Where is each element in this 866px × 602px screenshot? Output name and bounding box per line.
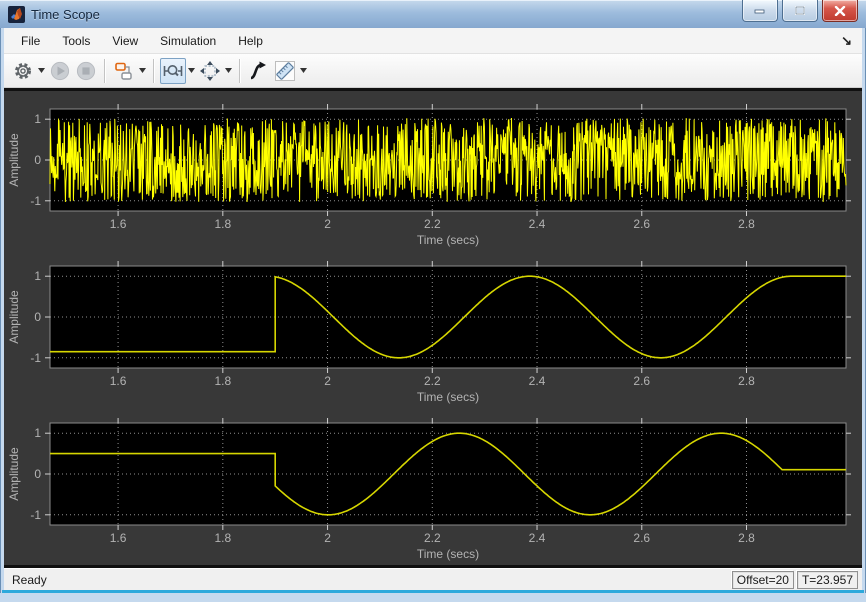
close-button[interactable] xyxy=(822,0,858,22)
status-bar: Ready Offset=20 T=23.957 xyxy=(4,568,862,591)
x-tick-label: 2.6 xyxy=(633,374,650,388)
gear-icon xyxy=(15,62,31,79)
y-tick-label: -1 xyxy=(30,351,41,365)
measurements-button[interactable] xyxy=(272,58,298,84)
minimize-icon xyxy=(754,9,765,14)
y-axis-title: Amplitude xyxy=(7,290,21,344)
window-bottom-border xyxy=(0,593,866,602)
x-tick-label: 2.2 xyxy=(424,374,441,388)
x-tick-label: 1.6 xyxy=(110,531,127,545)
scope-display-panel: 1.6 1.8 2 2.2 2.4 2.6 2.8 1 0 -1 Time (secs) Amplit… xyxy=(4,88,862,568)
x-tick-label: 1.8 xyxy=(214,217,231,231)
x-tick-label: 1.6 xyxy=(110,217,127,231)
x-tick-label: 2 xyxy=(324,217,331,231)
configuration-dropdown[interactable] xyxy=(36,58,47,84)
chevron-down-icon xyxy=(188,68,195,73)
x-tick-label: 2.6 xyxy=(633,531,650,545)
minimize-button[interactable] xyxy=(742,0,778,22)
y-tick-label: 1 xyxy=(34,426,41,440)
zoom-x-dropdown[interactable] xyxy=(186,58,197,84)
step-forward-button[interactable] xyxy=(246,58,272,84)
x-tick-label: 2.4 xyxy=(529,374,546,388)
stop-button xyxy=(73,58,99,84)
y-tick-label: 0 xyxy=(34,153,41,167)
menu-bar: File Tools View Simulation Help ↘ xyxy=(4,28,862,54)
chevron-down-icon xyxy=(225,68,232,73)
plot-block-2: 1.6 1.8 2 2.2 2.4 2.6 2.8 1 0 -1 Time (secs) Amplit… xyxy=(4,248,862,405)
window-title: Time Scope xyxy=(31,6,100,22)
stop-icon xyxy=(76,61,96,80)
toolbar xyxy=(4,54,862,88)
y-axis-title: Amplitude xyxy=(7,133,21,187)
chevron-down-icon xyxy=(300,68,307,73)
maximize-icon xyxy=(795,5,805,15)
scale-axes-button[interactable] xyxy=(197,58,223,84)
toolbar-separator xyxy=(153,58,155,83)
x-tick-label: 2.6 xyxy=(633,217,650,231)
scale-axes-icon xyxy=(200,60,220,81)
zoom-x-icon xyxy=(163,64,183,76)
x-tick-label: 2.2 xyxy=(424,531,441,545)
menu-file[interactable]: File xyxy=(10,30,51,52)
x-tick-label: 2.4 xyxy=(529,531,546,545)
y-tick-label: 1 xyxy=(34,112,41,126)
y-tick-label: -1 xyxy=(30,194,41,208)
y-axis-title: Amplitude xyxy=(7,447,21,501)
y-tick-label: -1 xyxy=(30,508,41,522)
x-axis-title: Time (secs) xyxy=(417,547,479,561)
menu-view[interactable]: View xyxy=(101,30,149,52)
x-axis-title: Time (secs) xyxy=(417,233,479,247)
dock-icon[interactable]: ↘ xyxy=(841,33,852,49)
x-axis-title: Time (secs) xyxy=(417,390,479,404)
x-tick-label: 2 xyxy=(324,374,331,388)
offset-indicator: Offset=20 xyxy=(731,571,794,589)
configuration-button[interactable] xyxy=(10,58,36,84)
x-tick-label: 1.6 xyxy=(110,374,127,388)
y-tick-label: 1 xyxy=(34,269,41,283)
time-indicator: T=23.957 xyxy=(796,571,858,589)
measurements-dropdown[interactable] xyxy=(298,58,309,84)
x-tick-label: 2.2 xyxy=(424,217,441,231)
play-icon xyxy=(50,61,70,80)
y-tick-label: 0 xyxy=(34,310,41,324)
toolbar-separator xyxy=(104,58,106,83)
plot2-sine-chart[interactable]: 1.6 1.8 2 2.2 2.4 2.6 2.8 1 0 -1 Time (secs) Amplit… xyxy=(4,248,862,405)
scale-axes-dropdown[interactable] xyxy=(223,58,234,84)
x-tick-label: 2.8 xyxy=(738,217,755,231)
menu-simulation[interactable]: Simulation xyxy=(149,30,227,52)
plot3-sine-chart[interactable]: 1.6 1.8 2 2.2 2.4 2.6 2.8 1 0 -1 Time (secs) Amplit… xyxy=(4,405,862,562)
y-tick-label: 0 xyxy=(34,467,41,481)
simulink-blocks-icon xyxy=(115,62,132,80)
menu-help[interactable]: Help xyxy=(227,30,274,52)
menu-tools[interactable]: Tools xyxy=(51,30,101,52)
x-tick-label: 1.8 xyxy=(214,531,231,545)
x-tick-label: 2 xyxy=(324,531,331,545)
close-icon xyxy=(834,5,846,16)
ruler-icon xyxy=(275,60,295,81)
status-text: Ready xyxy=(12,573,47,587)
step-signal-icon xyxy=(250,61,266,79)
title-bar: Time Scope xyxy=(0,0,866,28)
x-tick-label: 1.8 xyxy=(214,374,231,388)
chevron-down-icon xyxy=(139,68,146,73)
x-tick-label: 2.8 xyxy=(738,374,755,388)
source-blocks-button[interactable] xyxy=(111,58,137,84)
app-icon xyxy=(8,5,25,23)
chevron-down-icon xyxy=(38,68,45,73)
plot-block-3: 1.6 1.8 2 2.2 2.4 2.6 2.8 1 0 -1 Time (secs) Amplit… xyxy=(4,405,862,562)
maximize-button[interactable] xyxy=(782,0,818,22)
play-button xyxy=(47,58,73,84)
source-blocks-dropdown[interactable] xyxy=(137,58,148,84)
time-scope-window: Time Scope File Tools View Simulation He… xyxy=(0,0,866,602)
x-tick-label: 2.8 xyxy=(738,531,755,545)
x-tick-label: 2.4 xyxy=(529,217,546,231)
toolbar-separator xyxy=(239,58,241,83)
plot1-noise-chart[interactable]: 1.6 1.8 2 2.2 2.4 2.6 2.8 1 0 -1 Time (secs) Amplit… xyxy=(4,91,862,248)
plot-block-1: 1.6 1.8 2 2.2 2.4 2.6 2.8 1 0 -1 Time (secs) Amplit… xyxy=(4,91,862,248)
zoom-x-button[interactable] xyxy=(160,57,186,84)
